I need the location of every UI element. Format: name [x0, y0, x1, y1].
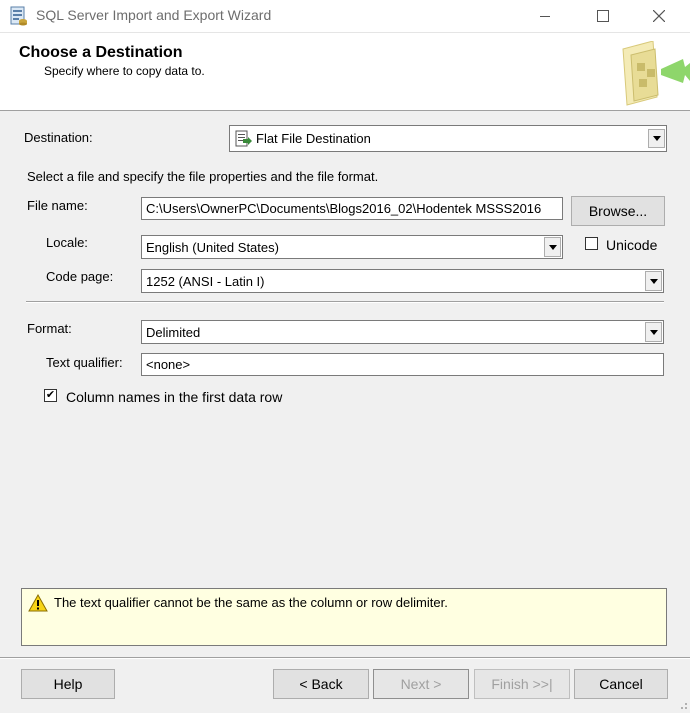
resize-grip-icon[interactable]	[676, 698, 688, 710]
wizard-banner-icon	[613, 40, 690, 107]
help-button[interactable]: Help	[21, 669, 115, 699]
code-page-value: 1252 (ANSI - Latin I)	[146, 274, 265, 289]
chevron-down-icon	[652, 136, 661, 141]
message-text: The text qualifier cannot be the same as…	[54, 595, 448, 610]
checkmark-icon: ✔	[45, 389, 56, 401]
close-icon	[653, 10, 665, 22]
section-divider	[26, 301, 664, 303]
unicode-checkbox[interactable]	[585, 237, 598, 250]
page-title: Choose a Destination	[19, 44, 183, 61]
maximize-button[interactable]	[580, 0, 626, 32]
instruction-text: Select a file and specify the file prope…	[27, 169, 379, 184]
format-combo[interactable]: Delimited	[141, 320, 664, 344]
code-page-label: Code page:	[46, 269, 114, 284]
cancel-button[interactable]: Cancel	[574, 669, 668, 699]
code-page-combo[interactable]: 1252 (ANSI - Latin I)	[141, 269, 664, 293]
footer-divider	[0, 657, 690, 659]
browse-button[interactable]: Browse...	[571, 196, 665, 226]
locale-combo[interactable]: English (United States)	[141, 235, 563, 259]
back-button[interactable]: < Back	[273, 669, 369, 699]
destination-combo[interactable]: Flat File Destination	[229, 125, 667, 152]
chevron-down-icon	[649, 278, 658, 284]
warning-icon	[28, 593, 48, 615]
code-page-dropdown-arrow[interactable]	[645, 271, 662, 291]
text-qualifier-input[interactable]: <none>	[141, 353, 664, 376]
chevron-down-icon	[649, 329, 658, 335]
format-dropdown-arrow[interactable]	[645, 322, 662, 342]
file-name-input[interactable]: C:\Users\OwnerPC\Documents\Blogs2016_02\…	[141, 197, 563, 220]
finish-button[interactable]: Finish >>|	[474, 669, 570, 699]
minimize-icon	[540, 15, 550, 17]
destination-value: Flat File Destination	[256, 131, 371, 146]
window-title: SQL Server Import and Export Wizard	[36, 7, 272, 23]
flat-file-icon	[234, 130, 252, 151]
locale-dropdown-arrow[interactable]	[544, 237, 561, 257]
destination-dropdown-arrow[interactable]	[648, 129, 665, 148]
format-value: Delimited	[146, 325, 201, 340]
format-label: Format:	[27, 321, 72, 336]
locale-value: English (United States)	[146, 240, 279, 255]
wizard-header: Choose a Destination Specify where to co…	[0, 33, 690, 111]
minimize-button[interactable]	[522, 0, 568, 32]
file-name-label: File name:	[27, 198, 88, 213]
unicode-label: Unicode	[606, 237, 658, 253]
chevron-down-icon	[548, 244, 557, 250]
wizard-app-icon	[10, 6, 28, 26]
column-names-checkbox[interactable]: ✔	[44, 389, 57, 402]
page-subtitle: Specify where to copy data to.	[44, 64, 205, 78]
close-button[interactable]	[636, 0, 682, 32]
message-panel: The text qualifier cannot be the same as…	[21, 588, 667, 646]
locale-label: Locale:	[46, 235, 88, 250]
maximize-icon	[597, 10, 609, 22]
title-bar: SQL Server Import and Export Wizard	[0, 0, 690, 33]
text-qualifier-label: Text qualifier:	[46, 355, 123, 370]
column-names-label: Column names in the first data row	[66, 389, 283, 405]
destination-label: Destination:	[24, 130, 93, 145]
next-button[interactable]: Next >	[373, 669, 469, 699]
